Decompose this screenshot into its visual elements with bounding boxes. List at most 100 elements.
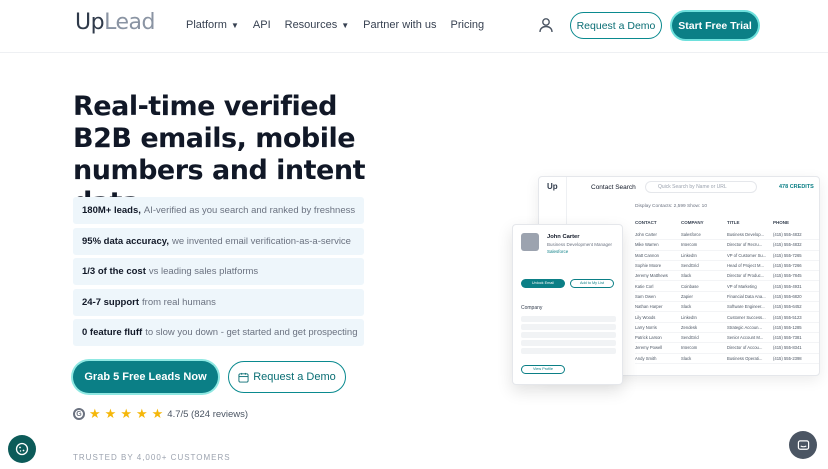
col-company: COMPANY xyxy=(681,220,704,225)
detail-line xyxy=(521,316,616,322)
cookie-settings-button[interactable] xyxy=(8,435,36,463)
card-section-title: Company xyxy=(521,305,543,311)
table-cell: (415) 555-4832 xyxy=(773,242,802,248)
table-cell: LinkedIn xyxy=(681,314,697,320)
app-table-header: CONTACT COMPANY TITLE PHONE xyxy=(635,220,819,225)
nav-links: Platform ▼ API Resources ▼ Partner with us… xyxy=(186,19,484,31)
detail-line xyxy=(521,332,616,338)
table-cell: Coinbase xyxy=(681,283,699,289)
table-cell: VP of Marketing xyxy=(727,283,757,289)
table-cell: Head of Project M... xyxy=(727,263,765,269)
table-cell: Intercom xyxy=(681,242,698,248)
rating-text: 4.7/5 (824 reviews) xyxy=(167,408,249,420)
table-cell: (415) 555-7381 xyxy=(773,335,802,341)
col-contact: CONTACT xyxy=(635,220,657,225)
request-demo-nav-button[interactable]: Request a Demo xyxy=(570,12,662,39)
start-free-trial-button[interactable]: Start Free Trial xyxy=(672,12,758,39)
star-icon: ★ xyxy=(104,406,117,421)
table-row: Jeremy Powell Intercom Director of Accou..… xyxy=(635,343,819,354)
logo-lead: Lead xyxy=(104,10,155,35)
feature-text: to slow you down - get started and get p… xyxy=(145,327,358,338)
col-title: TITLE xyxy=(727,220,740,225)
view-profile-button: View Profile xyxy=(521,365,565,374)
table-cell: (415) 555-7845 xyxy=(773,273,802,279)
chevron-down-icon: ▼ xyxy=(230,21,239,30)
detail-line xyxy=(521,340,616,346)
table-cell: Andy Smith xyxy=(635,355,657,361)
table-cell: (415) 555-7266 xyxy=(773,263,802,269)
table-cell: Slack xyxy=(681,355,692,361)
card-details xyxy=(521,316,616,356)
feature-item: 24-7 support from real humans xyxy=(73,288,364,316)
table-cell: Zendesk xyxy=(681,324,698,330)
table-cell: Intercom xyxy=(681,345,698,351)
feature-text: from real humans xyxy=(142,296,216,308)
table-row: Matt Cannon LinkedIn VP of Customer Su... (… xyxy=(635,251,819,261)
table-cell: (415) 555-6820 xyxy=(773,293,802,299)
card-company: Salesforce xyxy=(547,249,569,254)
nav-api[interactable]: API xyxy=(253,19,271,31)
nav-platform[interactable]: Platform ▼ xyxy=(186,19,239,31)
card-role: Business Development Manager xyxy=(547,242,613,247)
feature-bold: 95% data accuracy, xyxy=(82,235,169,247)
avatar xyxy=(521,233,539,251)
table-cell: Customer Success... xyxy=(727,314,766,320)
nav-resources[interactable]: Resources ▼ xyxy=(285,19,350,31)
table-row: John Carter Salesforce Business Develop...… xyxy=(635,230,819,241)
cookie-icon xyxy=(15,442,29,456)
feature-text: vs leading sales platforms xyxy=(148,266,259,277)
table-cell: VP of Customer Su... xyxy=(727,252,767,258)
table-cell: Business Develop... xyxy=(727,232,765,238)
table-row: Sam Owen Zapier Financial Data Ana... (415)… xyxy=(635,292,819,303)
table-cell: (415) 555-2398 xyxy=(773,355,802,361)
table-cell: Jeremy Powell xyxy=(635,345,663,351)
table-cell: Slack xyxy=(681,304,692,310)
app-title: Contact Search xyxy=(591,184,636,191)
app-logo: Up xyxy=(547,182,558,191)
chat-button[interactable] xyxy=(789,431,817,459)
feature-item: 95% data accuracy, we invented email veri… xyxy=(73,227,364,255)
table-row: Andy Smith Slack Business Operati... (415) … xyxy=(635,354,819,364)
table-cell: (415) 555-4832 xyxy=(773,232,802,238)
uplead-logo[interactable]: UpLead xyxy=(75,10,155,35)
user-icon[interactable] xyxy=(538,17,554,33)
star-icon: ★ xyxy=(89,406,101,421)
chevron-down-icon: ▼ xyxy=(341,21,350,30)
col-phone: PHONE xyxy=(773,220,790,225)
table-cell: (415) 555-5123 xyxy=(773,314,802,320)
feature-item: 180M+ leads, AI-verified as you search an… xyxy=(73,197,364,224)
feature-bold: 180M+ leads, xyxy=(82,205,141,216)
rating: G ★ ★ ★ ★ ★ 4.7/5 (824 reviews) xyxy=(73,406,249,421)
request-demo-button[interactable]: Request a Demo xyxy=(228,361,346,393)
detail-line xyxy=(521,324,616,330)
table-cell: John Carter xyxy=(635,232,657,238)
star-icon: ★ xyxy=(120,406,132,421)
trusted-by-text: TRUSTED BY 4,000+ CUSTOMERS xyxy=(73,453,231,462)
table-cell: Salesforce xyxy=(681,232,701,238)
grab-free-leads-button[interactable]: Grab 5 Free Leads Now xyxy=(73,361,218,393)
table-cell: (415) 555-1285 xyxy=(773,324,802,330)
table-row: Katie Corl Coinbase VP of Marketing (415) 5… xyxy=(635,281,819,292)
table-cell: Nathan Harper xyxy=(635,304,663,310)
feature-text: we invented email verification-as-a-serv… xyxy=(171,235,351,247)
table-row: Sophie Moore SendGrid Head of Project M...… xyxy=(635,261,819,272)
table-cell: (415) 555-7265 xyxy=(773,252,802,258)
request-demo-label: Request a Demo xyxy=(253,371,336,383)
nav-partner[interactable]: Partner with us xyxy=(363,19,436,31)
table-cell: Director of Accou... xyxy=(727,345,763,351)
app-credits: 478 CREDITS xyxy=(779,184,814,190)
table-cell: Katie Corl xyxy=(635,283,654,289)
table-cell: Mike Warren xyxy=(635,242,659,248)
app-table-body: John Carter Salesforce Business Develop...… xyxy=(635,230,819,364)
feature-item: 0 feature fluff to slow you down - get st… xyxy=(73,319,364,346)
table-cell: (415) 555-4931 xyxy=(773,283,802,289)
table-cell: Software Engineer... xyxy=(727,304,765,310)
nav-pricing[interactable]: Pricing xyxy=(451,19,485,31)
table-row: Patrick Larson SendGrid Senior Account M..… xyxy=(635,333,819,344)
feature-item: 1/3 of the cost vs leading sales platform… xyxy=(73,258,364,285)
table-cell: Patrick Larson xyxy=(635,335,662,341)
chat-icon xyxy=(797,439,809,450)
table-cell: Larry Norris xyxy=(635,324,657,330)
table-cell: SendGrid xyxy=(681,335,699,341)
nav-platform-label: Platform xyxy=(186,19,227,31)
